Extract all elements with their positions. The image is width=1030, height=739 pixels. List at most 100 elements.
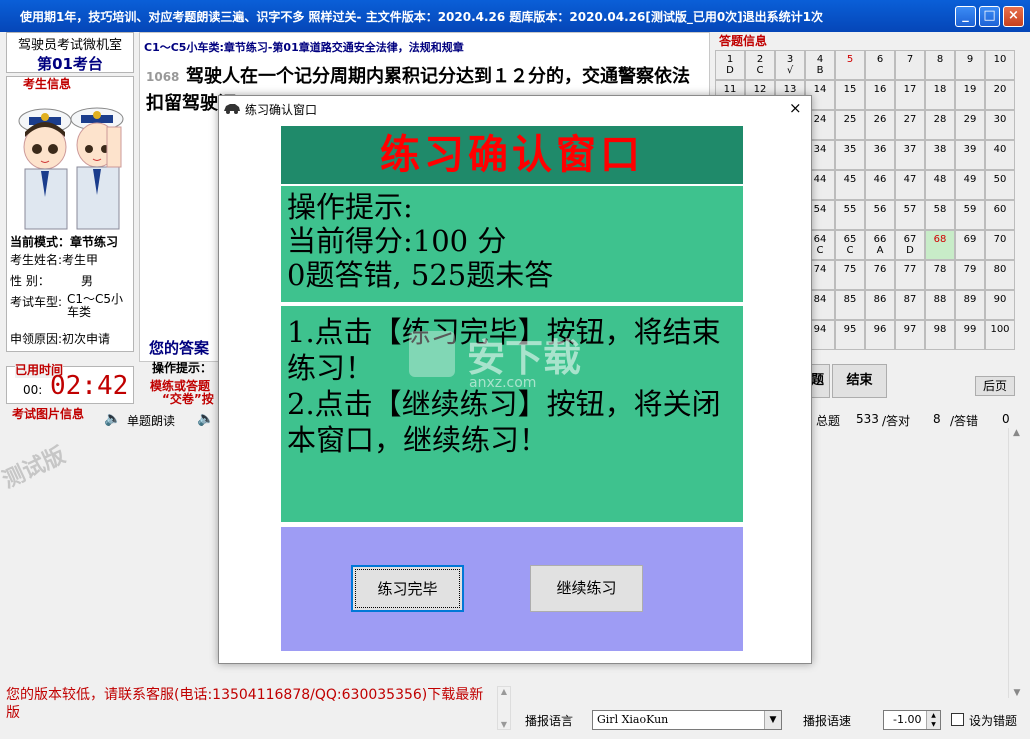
- answer-cell[interactable]: 76: [865, 260, 895, 290]
- answer-cell[interactable]: 18: [925, 80, 955, 110]
- answer-cell[interactable]: 6: [865, 50, 895, 80]
- answer-cell[interactable]: 40: [985, 140, 1015, 170]
- answer-cell[interactable]: 19: [955, 80, 985, 110]
- answer-cell[interactable]: 70: [985, 230, 1015, 260]
- read-single-button[interactable]: 单题朗读: [127, 412, 175, 429]
- next-page-button[interactable]: 后页: [975, 376, 1015, 396]
- vertical-scrollbar[interactable]: ▲ ▼: [1008, 428, 1024, 698]
- finish-practice-button[interactable]: 练习完毕: [351, 565, 464, 612]
- answer-cell[interactable]: 65 C: [835, 230, 865, 260]
- answer-cell[interactable]: 38: [925, 140, 955, 170]
- stepper-icon[interactable]: ▲ ▼: [926, 711, 940, 729]
- answer-cell[interactable]: 96: [865, 320, 895, 350]
- minimize-button[interactable]: _: [955, 6, 976, 27]
- answer-cell[interactable]: 28: [925, 110, 955, 140]
- mark-wrong-checkbox[interactable]: [951, 713, 964, 726]
- answer-cell[interactable]: 85: [835, 290, 865, 320]
- answer-cell[interactable]: 87: [895, 290, 925, 320]
- title-bar: 使用期1年，技巧培训、对应考题朗读三遍、识字不多 照样过关- 主文件版本：202…: [0, 0, 1030, 32]
- end-button[interactable]: 结束: [832, 364, 887, 398]
- answer-cell[interactable]: 45: [835, 170, 865, 200]
- voice-language-select[interactable]: Girl XiaoKun ▼: [592, 710, 782, 730]
- answer-cell[interactable]: 36: [865, 140, 895, 170]
- answer-cell[interactable]: 57: [895, 200, 925, 230]
- msg-scroll-up-icon[interactable]: ▲: [498, 687, 510, 696]
- answer-cell[interactable]: 35: [835, 140, 865, 170]
- answer-cell[interactable]: 8: [925, 50, 955, 80]
- answer-cell[interactable]: 67 D: [895, 230, 925, 260]
- answer-cell[interactable]: 50: [985, 170, 1015, 200]
- voice-speed-input[interactable]: -1.00 ▲ ▼: [883, 710, 941, 730]
- answer-cell[interactable]: 10: [985, 50, 1015, 80]
- answer-cell[interactable]: 16: [865, 80, 895, 110]
- vehicle-value: C1～C5小车类: [67, 292, 124, 319]
- answer-cell[interactable]: 69: [955, 230, 985, 260]
- answer-cell[interactable]: 27: [895, 110, 925, 140]
- answer-cell-number: 12: [753, 84, 767, 95]
- answer-cell[interactable]: 98: [925, 320, 955, 350]
- answer-cell[interactable]: 78: [925, 260, 955, 290]
- answer-cell[interactable]: 3 √: [775, 50, 805, 80]
- message-scrollbar[interactable]: ▲ ▼: [497, 686, 511, 730]
- answer-cell[interactable]: 95: [835, 320, 865, 350]
- speaker-icon[interactable]: 🔈: [104, 411, 121, 427]
- answer-cell-number: 99: [963, 324, 977, 335]
- answer-cell-number: 68: [933, 234, 947, 245]
- answer-cell-number: 29: [963, 114, 977, 125]
- answer-cell[interactable]: 39: [955, 140, 985, 170]
- answer-cell[interactable]: 26: [865, 110, 895, 140]
- police-avatar: [18, 107, 124, 230]
- answer-cell[interactable]: 59: [955, 200, 985, 230]
- answer-cell[interactable]: 99: [955, 320, 985, 350]
- answer-cell[interactable]: 25: [835, 110, 865, 140]
- answer-cell[interactable]: 1D: [715, 50, 745, 80]
- answer-cell-number: 50: [993, 174, 1007, 185]
- answer-cell[interactable]: 79: [955, 260, 985, 290]
- answer-cell[interactable]: 58: [925, 200, 955, 230]
- scroll-down-icon[interactable]: ▼: [1009, 688, 1025, 698]
- answer-cell[interactable]: 2C: [745, 50, 775, 80]
- answer-cell-number: 78: [933, 264, 947, 275]
- answer-cell[interactable]: 5: [835, 50, 865, 80]
- answer-cell[interactable]: 77: [895, 260, 925, 290]
- answer-cell-number: 70: [993, 234, 1007, 245]
- answer-cell[interactable]: 15: [835, 80, 865, 110]
- dialog-close-icon[interactable]: ×: [789, 99, 802, 117]
- chevron-down-icon[interactable]: ▼: [764, 711, 781, 729]
- answer-cell[interactable]: 89: [955, 290, 985, 320]
- answer-cell[interactable]: 48: [925, 170, 955, 200]
- answer-cell-number: 28: [933, 114, 947, 125]
- answer-cell[interactable]: 75: [835, 260, 865, 290]
- answer-cell[interactable]: 7: [895, 50, 925, 80]
- answer-cell[interactable]: 20: [985, 80, 1015, 110]
- answer-cell[interactable]: 46: [865, 170, 895, 200]
- answer-cell-number: 48: [933, 174, 947, 185]
- answer-cell[interactable]: 49: [955, 170, 985, 200]
- answer-cell[interactable]: 68: [925, 230, 955, 260]
- answer-cell[interactable]: 90: [985, 290, 1015, 320]
- answer-cell[interactable]: 30: [985, 110, 1015, 140]
- answer-cell[interactable]: 100: [985, 320, 1015, 350]
- maximize-button[interactable]: □: [979, 6, 1000, 27]
- msg-scroll-down-icon[interactable]: ▼: [498, 720, 510, 729]
- answer-cell[interactable]: 88: [925, 290, 955, 320]
- answer-cell[interactable]: 55: [835, 200, 865, 230]
- answer-cell[interactable]: 29: [955, 110, 985, 140]
- answer-cell[interactable]: 60: [985, 200, 1015, 230]
- continue-practice-button[interactable]: 继续练习: [530, 565, 643, 612]
- answer-cell-number: 87: [903, 294, 917, 305]
- close-button[interactable]: ×: [1003, 6, 1024, 27]
- answer-cell[interactable]: 97: [895, 320, 925, 350]
- answer-cell[interactable]: 80: [985, 260, 1015, 290]
- answer-cell[interactable]: 4B: [805, 50, 835, 80]
- answer-cell[interactable]: 17: [895, 80, 925, 110]
- answer-cell[interactable]: 9: [955, 50, 985, 80]
- speaker-icon-2[interactable]: 🔈: [197, 411, 214, 427]
- scroll-up-icon[interactable]: ▲: [1009, 428, 1024, 438]
- answer-cell[interactable]: 37: [895, 140, 925, 170]
- answer-cell[interactable]: 86: [865, 290, 895, 320]
- answer-cell[interactable]: 66 A: [865, 230, 895, 260]
- answer-cell[interactable]: 47: [895, 170, 925, 200]
- answer-cell-number: 76: [873, 264, 887, 275]
- answer-cell[interactable]: 56: [865, 200, 895, 230]
